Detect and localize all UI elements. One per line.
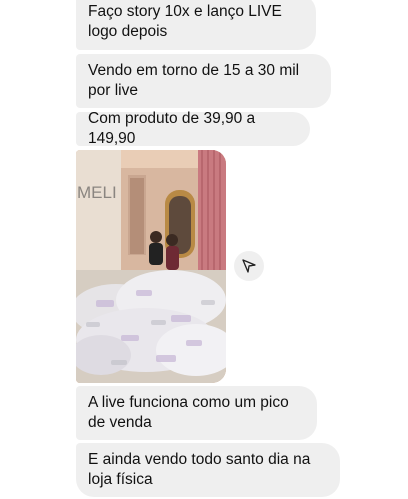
chat-thread: Faço story 10x e lanço LIVE logo depois … bbox=[0, 0, 408, 499]
message-text: Com produto de 39,90 a 149,90 bbox=[88, 110, 256, 147]
message-bubble[interactable]: Com produto de 39,90 a 149,90 bbox=[76, 110, 310, 147]
message-bubble[interactable]: E ainda vendo todo santo dia na loja fís… bbox=[76, 443, 340, 497]
share-button[interactable] bbox=[234, 251, 264, 281]
store-photo: MELI bbox=[76, 150, 226, 383]
photo-message[interactable]: MELI bbox=[76, 150, 226, 383]
message-text: Faço story 10x e lanço LIVE logo depois bbox=[88, 3, 282, 40]
paper-plane-icon bbox=[242, 259, 256, 273]
message-bubble[interactable]: Faço story 10x e lanço LIVE logo depois bbox=[76, 0, 316, 50]
message-text: Vendo em torno de 15 a 30 mil por live bbox=[88, 62, 300, 99]
message-text: E ainda vendo todo santo dia na loja fís… bbox=[88, 451, 311, 488]
message-bubble[interactable]: Vendo em torno de 15 a 30 mil por live bbox=[76, 54, 331, 108]
message-bubble[interactable]: A live funciona como um pico de venda bbox=[76, 386, 317, 440]
message-text: A live funciona como um pico de venda bbox=[88, 394, 289, 431]
wall-sign-text: MELI bbox=[77, 183, 117, 202]
